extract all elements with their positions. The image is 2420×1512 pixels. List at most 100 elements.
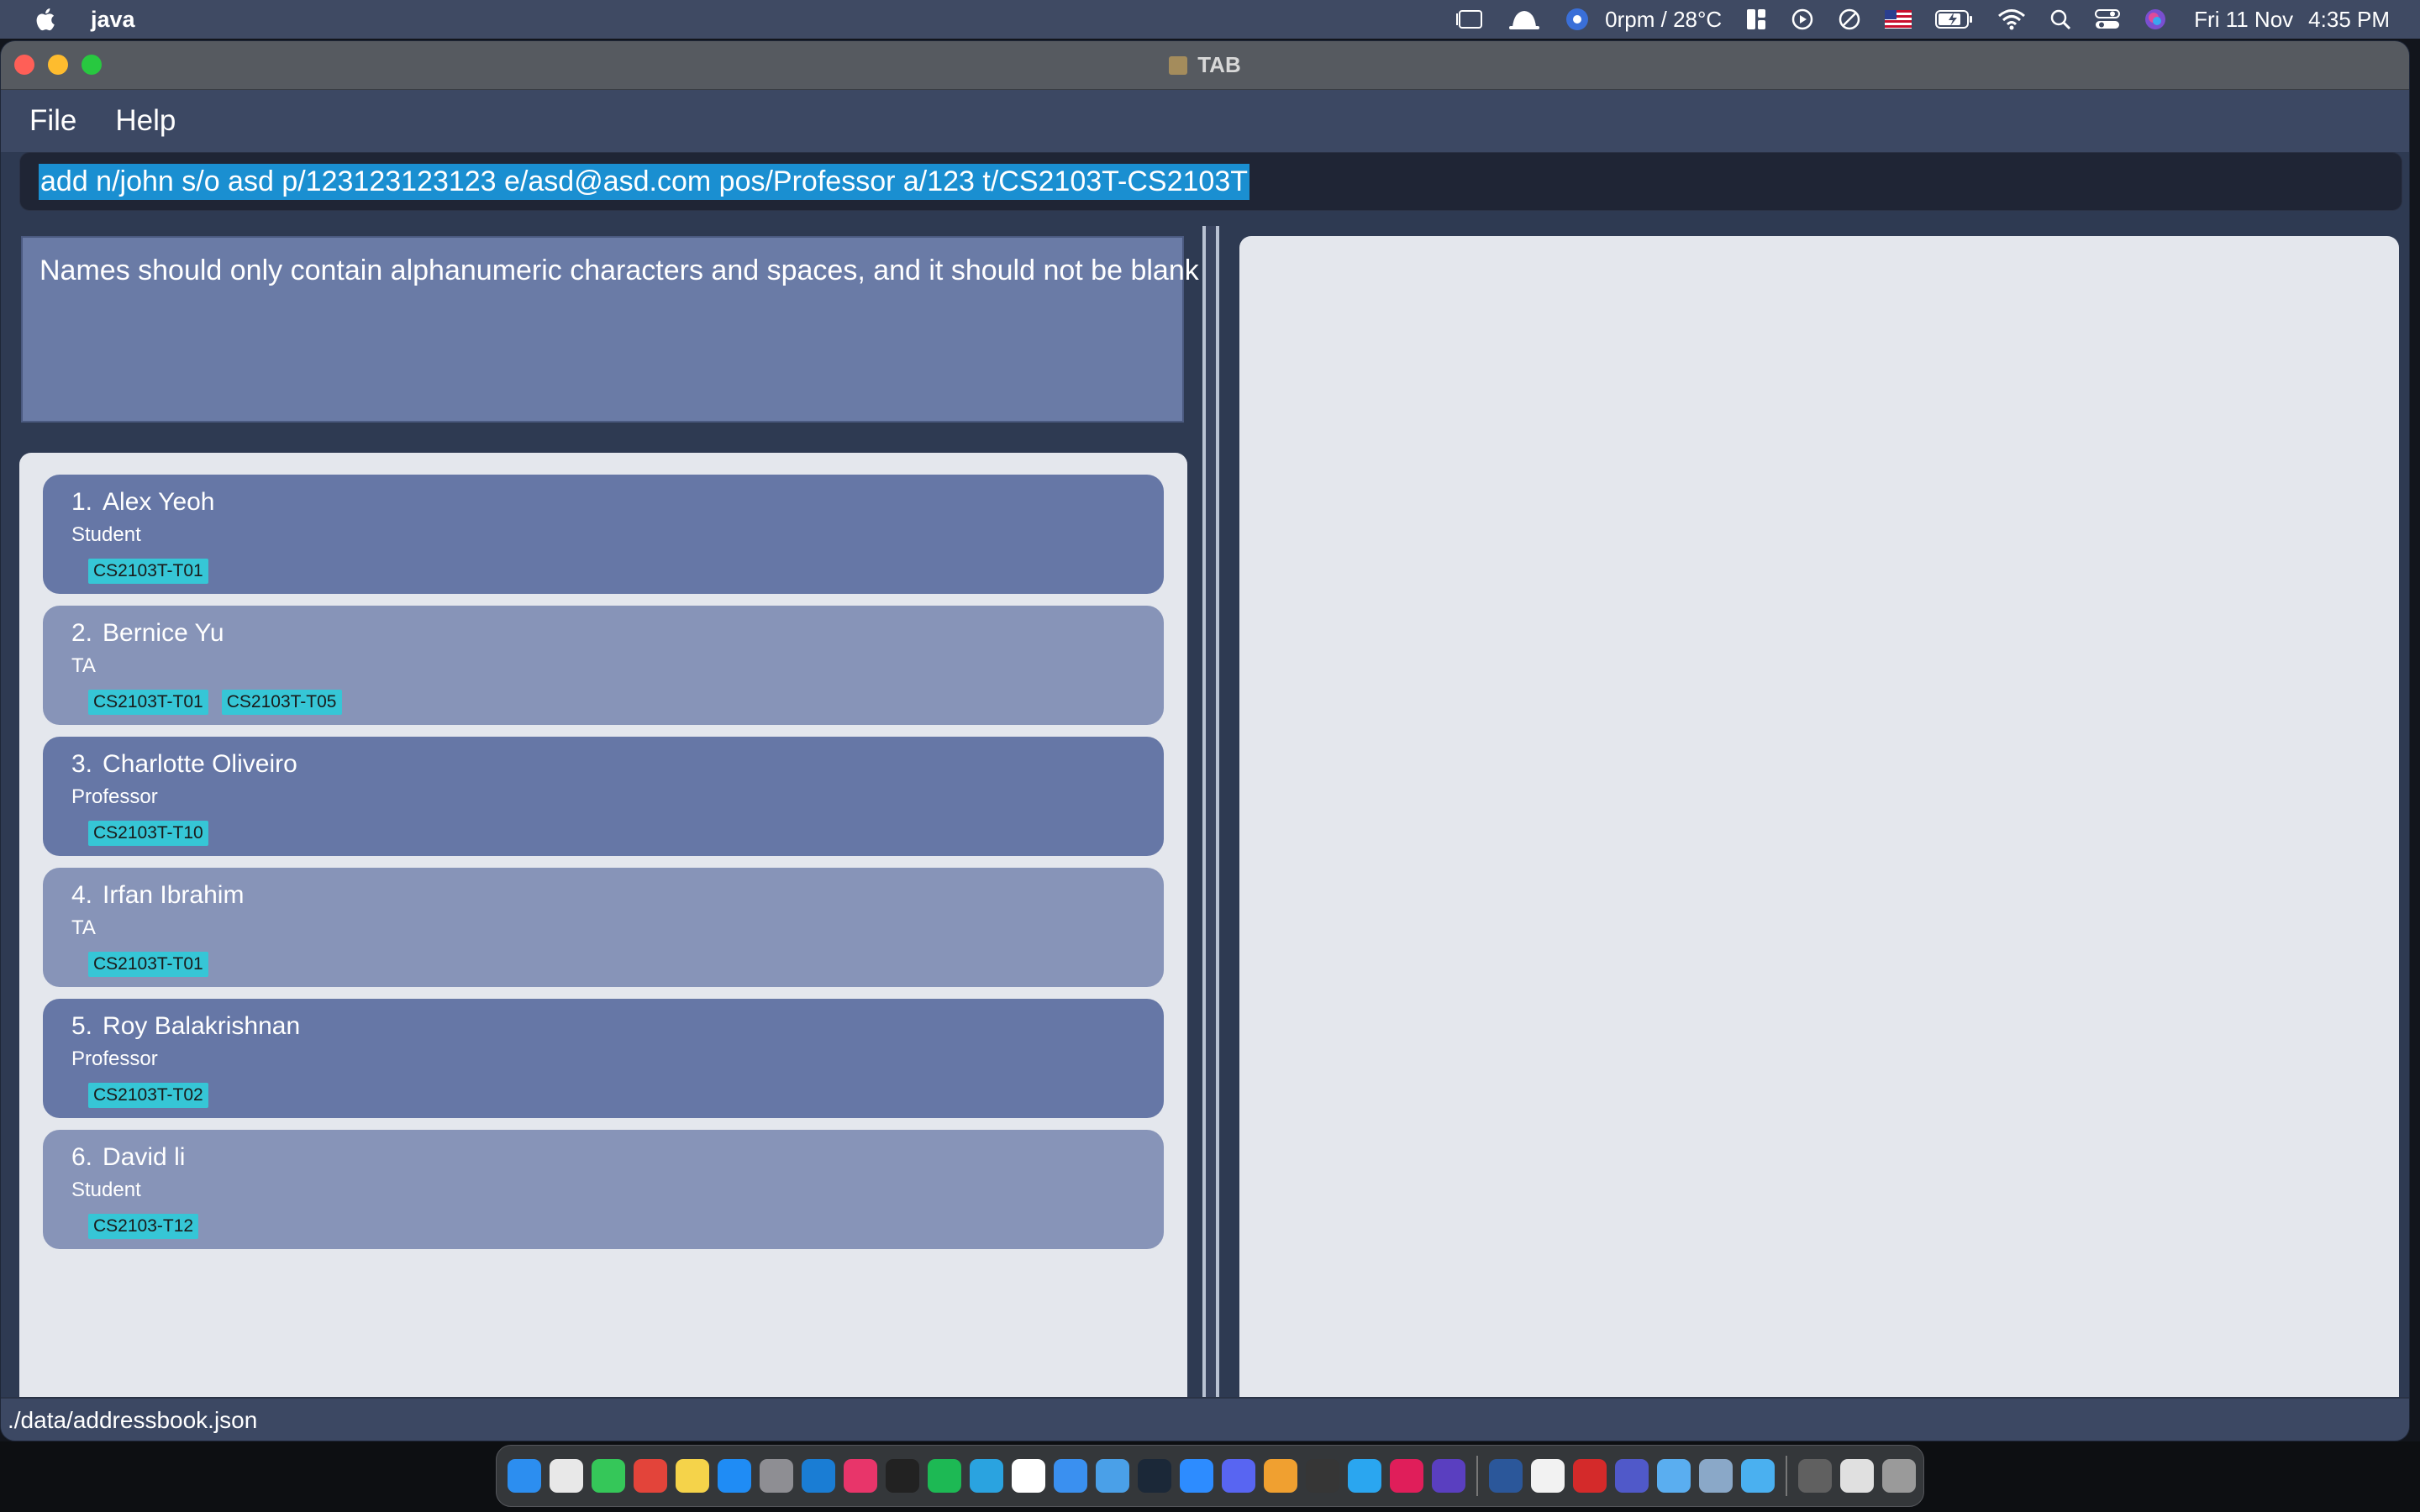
- spotlight-search-icon[interactable]: [2049, 0, 2071, 39]
- word-icon[interactable]: [1489, 1459, 1523, 1493]
- window-controls: [14, 55, 115, 75]
- apple-icon[interactable]: [32, 5, 60, 34]
- person-tags: CS2103T-T10: [88, 821, 1164, 846]
- menubar-date: Fri 11 Nov: [2194, 6, 2294, 32]
- person-tags: CS2103-T12: [88, 1214, 1164, 1239]
- focus-icon[interactable]: [1838, 0, 1861, 39]
- app-menu-bar: File Help: [1, 90, 2409, 152]
- teams-icon[interactable]: [1615, 1459, 1649, 1493]
- mail-icon[interactable]: [1054, 1459, 1087, 1493]
- launchpad-icon[interactable]: [550, 1459, 583, 1493]
- finder-icon[interactable]: [508, 1459, 541, 1493]
- person-name-row: 6. David li: [71, 1143, 1164, 1172]
- tag-label: CS2103T-T02: [88, 1083, 208, 1108]
- person-card[interactable]: 6. David li Student CS2103-T12: [43, 1130, 1164, 1249]
- obs-icon[interactable]: [1306, 1459, 1339, 1493]
- discord-icon[interactable]: [1222, 1459, 1255, 1493]
- tag-label: CS2103T-T01: [88, 952, 208, 977]
- maps-icon[interactable]: [1348, 1459, 1381, 1493]
- facetime-icon[interactable]: [592, 1459, 625, 1493]
- person-name-row: 1. Alex Yeoh: [71, 488, 1164, 517]
- zoom-icon[interactable]: [1180, 1459, 1213, 1493]
- garageband-icon[interactable]: [1264, 1459, 1297, 1493]
- person-index: 3.: [71, 750, 93, 778]
- close-window-button[interactable]: [14, 55, 34, 75]
- screenshot-icon[interactable]: [1699, 1459, 1733, 1493]
- person-list-panel[interactable]: 1. Alex Yeoh Student CS2103T-T01 2. Bernice Y…: [19, 453, 1187, 1417]
- person-name: Bernice Yu: [103, 619, 224, 647]
- downloads-icon[interactable]: [1741, 1459, 1775, 1493]
- tag-label: CS2103T-T01: [88, 690, 208, 715]
- intellij-icon[interactable]: [844, 1459, 877, 1493]
- person-card[interactable]: 1. Alex Yeoh Student CS2103T-T01: [43, 475, 1164, 594]
- spotify-icon[interactable]: [928, 1459, 961, 1493]
- command-input-text[interactable]: add n/john s/o asd p/123123123123 e/asd@…: [39, 163, 1250, 200]
- telegram-icon[interactable]: [970, 1459, 1003, 1493]
- person-name-row: 3. Charlotte Oliveiro: [71, 750, 1164, 779]
- person-position: TA: [71, 916, 96, 939]
- system-settings-icon[interactable]: [760, 1459, 793, 1493]
- tag-label: CS2103T-T05: [221, 690, 342, 715]
- person-index: 1.: [71, 488, 93, 516]
- menu-file[interactable]: File: [29, 104, 76, 138]
- app-store-icon[interactable]: [718, 1459, 751, 1493]
- save-location: ./data/addressbook.json: [8, 1407, 258, 1433]
- wifi-icon[interactable]: [1997, 0, 2026, 39]
- window-title: TAB: [1169, 52, 1241, 78]
- minimize-window-button[interactable]: [48, 55, 68, 75]
- tag-label: CS2103T-T01: [88, 559, 208, 584]
- person-card[interactable]: 2. Bernice Yu TA CS2103T-T01 CS2103T-T05: [43, 606, 1164, 725]
- fan-temp-readout[interactable]: 0rpm / 28°C: [1605, 7, 1722, 33]
- person-tags: CS2103T-T02: [88, 1083, 1164, 1108]
- person-card[interactable]: 5. Roy Balakrishnan Professor CS2103T-T02: [43, 999, 1164, 1118]
- person-name: Charlotte Oliveiro: [103, 750, 297, 778]
- battery-icon[interactable]: [1935, 0, 1974, 39]
- status-area: 0rpm / 28°C Fri 11 Nov 4:35 PM: [1444, 0, 2420, 39]
- person-card[interactable]: 3. Charlotte Oliveiro Professor CS2103T-T10: [43, 737, 1164, 856]
- notion-icon[interactable]: [1012, 1459, 1045, 1493]
- vscode-icon[interactable]: [802, 1459, 835, 1493]
- macos-menubar: java 0rpm / 28°C Fri 11 Nov 4:35 PM: [0, 0, 2420, 39]
- play-circle-icon[interactable]: [1791, 0, 1814, 39]
- messages-icon[interactable]: [1798, 1459, 1832, 1493]
- active-app-name[interactable]: java: [91, 7, 135, 33]
- app-icon[interactable]: [1432, 1459, 1465, 1493]
- trash-icon[interactable]: [1882, 1459, 1916, 1493]
- siri-icon[interactable]: [2144, 0, 2167, 39]
- layout-icon[interactable]: [1745, 0, 1767, 39]
- person-position: Student: [71, 1179, 141, 1201]
- display-icon[interactable]: [1840, 1459, 1874, 1493]
- app-window: TAB File Help add n/john s/o asd p/12312…: [0, 40, 2410, 1441]
- zoom-window-button[interactable]: [82, 55, 102, 75]
- acrobat-icon[interactable]: [1573, 1459, 1607, 1493]
- stage-manager-icon[interactable]: [1455, 0, 1484, 39]
- hat-icon[interactable]: [1507, 0, 1541, 39]
- slack-icon[interactable]: [1390, 1459, 1423, 1493]
- dock-separator: [1476, 1456, 1478, 1496]
- folder-icon[interactable]: [1657, 1459, 1691, 1493]
- person-name-row: 2. Bernice Yu: [71, 619, 1164, 648]
- terminal-icon[interactable]: [886, 1459, 919, 1493]
- person-index: 2.: [71, 619, 93, 647]
- us-flag-icon[interactable]: [1885, 0, 1912, 39]
- command-box[interactable]: add n/john s/o asd p/123123123123 e/asd@…: [19, 152, 2402, 211]
- preview-icon[interactable]: [1096, 1459, 1129, 1493]
- steam-icon[interactable]: [1138, 1459, 1171, 1493]
- status-bar: ./data/addressbook.json: [1, 1397, 2409, 1441]
- textedit-icon[interactable]: [1531, 1459, 1565, 1493]
- notes-icon[interactable]: [676, 1459, 709, 1493]
- title-bar[interactable]: TAB: [1, 41, 2409, 90]
- person-card[interactable]: 4. Irfan Ibrahim TA CS2103T-T01: [43, 868, 1164, 987]
- menu-help[interactable]: Help: [115, 104, 176, 138]
- person-position: Student: [71, 523, 141, 546]
- fan-icon[interactable]: [1565, 0, 1590, 39]
- person-name: Roy Balakrishnan: [103, 1012, 301, 1040]
- chrome-icon[interactable]: [634, 1459, 667, 1493]
- split-pane-divider[interactable]: [1202, 226, 1219, 1436]
- person-index: 5.: [71, 1012, 93, 1040]
- person-name-row: 5. Roy Balakrishnan: [71, 1012, 1164, 1041]
- person-tags: CS2103T-T01: [88, 952, 1164, 977]
- menubar-clock[interactable]: Fri 11 Nov 4:35 PM: [2194, 7, 2390, 33]
- person-index: 6.: [71, 1143, 93, 1171]
- control-center-icon[interactable]: [2095, 0, 2121, 39]
